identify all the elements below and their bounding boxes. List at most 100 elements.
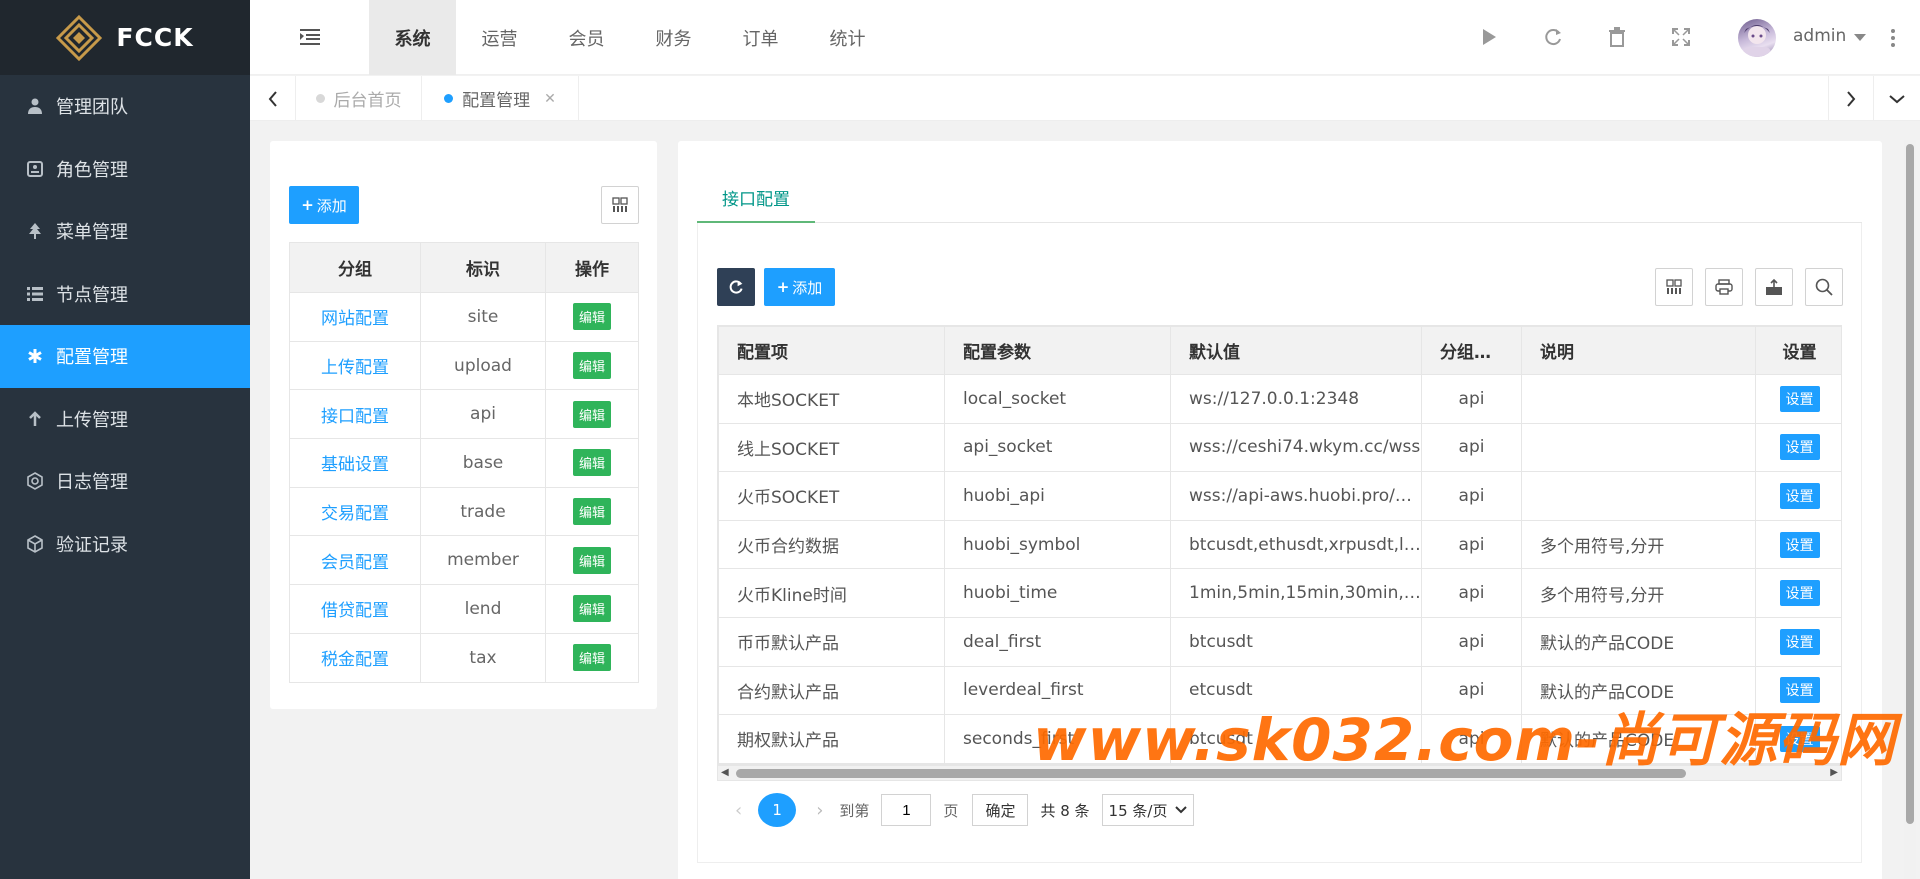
- menu-fold-icon[interactable]: [300, 28, 320, 46]
- sidebar-item-label: 节点管理: [56, 284, 128, 306]
- list-icon: [24, 286, 46, 301]
- sidebar-item[interactable]: 节点管理: [0, 263, 250, 326]
- row-actions: 编辑: [545, 584, 639, 634]
- set-button[interactable]: 设置: [1779, 385, 1820, 412]
- page-current[interactable]: 1: [758, 793, 797, 827]
- config-item: 币币默认产品: [718, 616, 945, 667]
- set-button[interactable]: 设置: [1779, 482, 1820, 509]
- cube-icon: [24, 534, 46, 553]
- refresh-icon[interactable]: [1542, 26, 1564, 48]
- edit-button[interactable]: 编辑: [572, 595, 611, 623]
- edit-button[interactable]: 编辑: [572, 498, 611, 526]
- user-caret-icon[interactable]: [1854, 34, 1866, 41]
- goto-page-input[interactable]: [881, 794, 932, 826]
- edit-button[interactable]: 编辑: [572, 546, 611, 574]
- add-group-button[interactable]: + 添加: [289, 186, 359, 224]
- config-desc: [1521, 471, 1756, 521]
- tabs-menu-icon[interactable]: [1874, 76, 1920, 121]
- sidebar-item[interactable]: 管理团队: [0, 75, 250, 138]
- table-row: 币币默认产品 deal_first btcusdt api 默认的产品CODE 设置: [718, 616, 1841, 667]
- close-icon[interactable]: ✕: [544, 91, 556, 107]
- print-button[interactable]: [1705, 268, 1743, 306]
- gear-outline-icon: [24, 472, 46, 491]
- config-param: huobi_api: [944, 471, 1171, 521]
- table-row: 上传配置 upload 编辑: [289, 340, 639, 391]
- group-key: base: [420, 438, 546, 488]
- export-button[interactable]: [1755, 268, 1793, 306]
- logo-icon: [56, 14, 103, 61]
- scroll-left-icon[interactable]: ◀: [721, 767, 729, 778]
- trash-icon[interactable]: [1606, 26, 1628, 48]
- sidebar-nav: 管理团队 角色管理菜单管理节点管理配置管理 上传管理日志管理验证记录: [0, 75, 250, 575]
- refresh-button[interactable]: [717, 268, 755, 306]
- top-nav-item[interactable]: 系统: [369, 0, 456, 75]
- sidebar-item-label: 菜单管理: [56, 222, 128, 244]
- row-actions: 设置: [1755, 519, 1841, 570]
- table-row: 本地SOCKET local_socket ws://127.0.0.1:2348 a…: [718, 374, 1841, 424]
- sidebar-item[interactable]: 角色管理: [0, 138, 250, 201]
- top-nav-item[interactable]: 统计: [804, 0, 891, 75]
- tabs-next-icon[interactable]: [1828, 76, 1874, 121]
- config-value: wss://ceshi74.wkym.cc/wss: [1170, 422, 1422, 473]
- sidebar-item[interactable]: 菜单管理: [0, 200, 250, 263]
- goto-confirm-button[interactable]: 确定: [972, 794, 1029, 826]
- add-config-button[interactable]: + 添加: [764, 268, 835, 306]
- search-button[interactable]: [1805, 268, 1843, 306]
- play-icon[interactable]: [1478, 26, 1500, 48]
- fullscreen-icon[interactable]: [1670, 26, 1692, 48]
- logo[interactable]: FCCK: [0, 0, 250, 75]
- more-vertical-icon[interactable]: [1890, 28, 1896, 48]
- sidebar-item[interactable]: 上传管理: [0, 388, 250, 451]
- tabs-prev-icon[interactable]: [250, 76, 296, 121]
- asterisk-icon: [24, 348, 46, 364]
- edit-button[interactable]: 编辑: [572, 303, 611, 331]
- set-button[interactable]: 设置: [1779, 580, 1820, 607]
- group-link[interactable]: 借贷配置: [289, 584, 421, 634]
- tab-config[interactable]: 配置管理 ✕: [422, 76, 579, 121]
- group-link[interactable]: 交易配置: [289, 486, 421, 537]
- top-nav-item[interactable]: 运营: [456, 0, 543, 75]
- top-nav-item[interactable]: 订单: [717, 0, 804, 75]
- top-nav-item[interactable]: 财务: [630, 0, 717, 75]
- group-table: 分组 标识 操作 网站配置 site 编辑 上传配置 upload 编辑 接口配置 api 编辑 基础…: [289, 242, 639, 683]
- edit-button[interactable]: 编辑: [572, 400, 611, 428]
- edit-button[interactable]: 编辑: [572, 352, 611, 380]
- group-key: api: [420, 389, 546, 440]
- columns-button[interactable]: [601, 186, 639, 224]
- edit-button[interactable]: 编辑: [572, 449, 611, 477]
- set-button[interactable]: 设置: [1779, 531, 1820, 558]
- page-size-select[interactable]: 15 条/页: [1101, 794, 1195, 826]
- config-item: 火币合约数据: [718, 519, 945, 570]
- group-key: member: [420, 535, 546, 586]
- next-page-icon[interactable]: ›: [816, 800, 823, 821]
- set-button[interactable]: 设置: [1779, 434, 1820, 461]
- group-link[interactable]: 税金配置: [289, 632, 421, 683]
- edit-button[interactable]: 编辑: [572, 644, 611, 672]
- page-scrollbar-thumb[interactable]: [1906, 144, 1914, 824]
- sidebar-item[interactable]: 验证记录: [0, 513, 250, 576]
- top-nav-item[interactable]: 会员: [543, 0, 630, 75]
- group-link[interactable]: 基础设置: [289, 438, 421, 488]
- set-button[interactable]: 设置: [1779, 628, 1820, 655]
- table-row: 接口配置 api 编辑: [289, 389, 639, 440]
- prev-page-icon[interactable]: ‹: [735, 800, 742, 821]
- username[interactable]: admin: [1793, 26, 1846, 46]
- avatar[interactable]: [1738, 19, 1776, 57]
- column-header: 配置项: [718, 326, 945, 375]
- group-link[interactable]: 网站配置: [289, 292, 421, 342]
- sidebar-item-label: 日志管理: [56, 472, 128, 494]
- group-link[interactable]: 会员配置: [289, 535, 421, 586]
- tab-api-config[interactable]: 接口配置: [697, 173, 815, 223]
- page-scrollbar[interactable]: [1904, 140, 1916, 879]
- table-row: 会员配置 member 编辑: [289, 535, 639, 586]
- columns-button[interactable]: [1655, 268, 1693, 306]
- table-row: 借贷配置 lend 编辑: [289, 584, 639, 634]
- group-link[interactable]: 接口配置: [289, 389, 421, 440]
- sidebar-item[interactable]: 配置管理: [0, 325, 250, 388]
- column-header: 标识: [420, 242, 546, 293]
- group-link[interactable]: 上传配置: [289, 340, 421, 391]
- sidebar-item[interactable]: 日志管理: [0, 450, 250, 513]
- sidebar-item-label: 验证记录: [56, 534, 128, 556]
- tab-home[interactable]: 后台首页: [296, 76, 422, 121]
- table-row: 基础设置 base 编辑: [289, 438, 639, 488]
